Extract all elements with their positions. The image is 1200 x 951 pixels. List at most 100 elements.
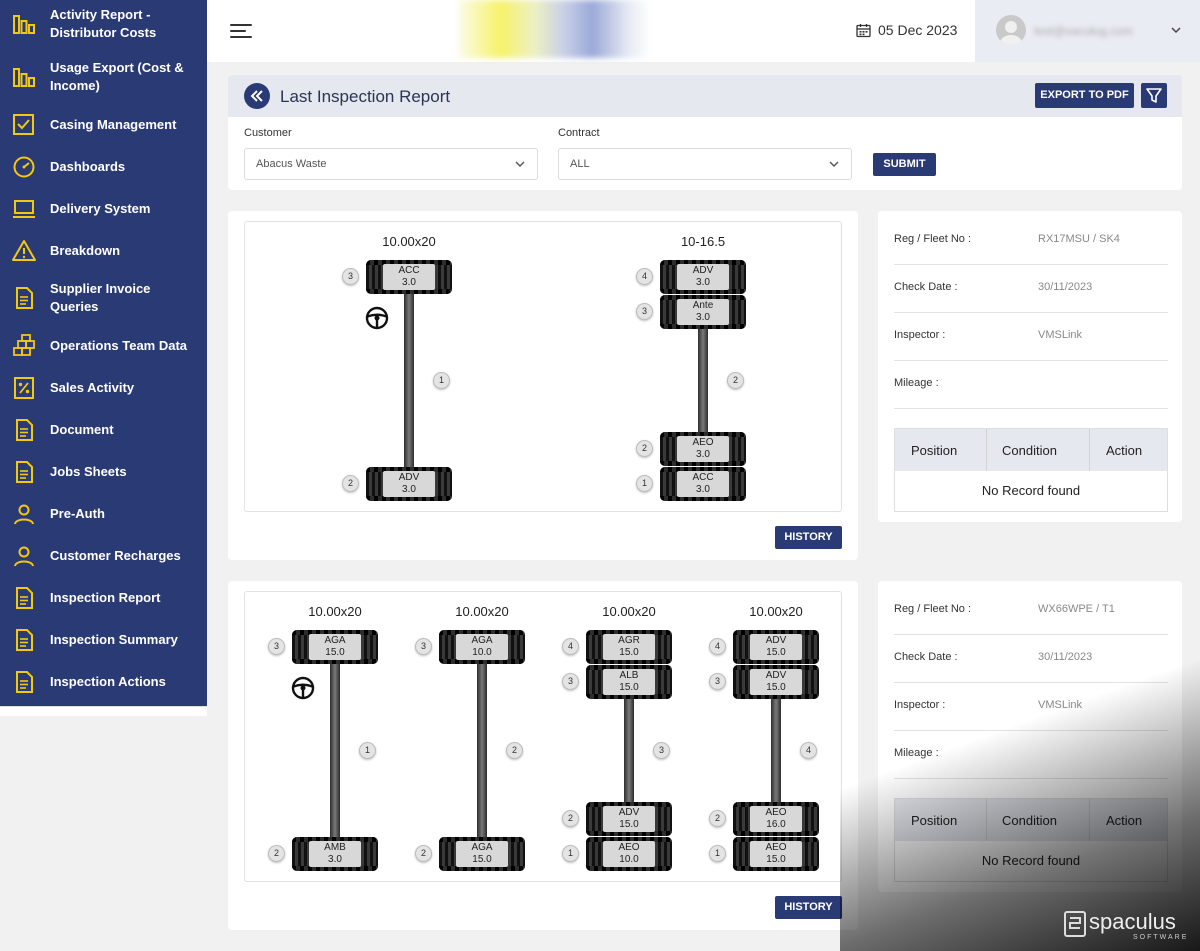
sidebar-item[interactable]: Breakdown [0, 233, 207, 269]
axle-shaft [698, 329, 708, 432]
tyre[interactable]: Ante 3.0 [660, 295, 746, 329]
sidebar-item[interactable]: Inspection Summary [0, 622, 207, 658]
tread-depth: 10.0 [619, 854, 639, 865]
customer-select[interactable]: Abacus Waste [244, 148, 538, 180]
tyre-code: AGR [618, 635, 640, 646]
tyre[interactable]: AGA 15.0 [439, 837, 525, 871]
tyre-code: AEO [765, 842, 787, 853]
company-logo[interactable] [458, 0, 650, 58]
tyre[interactable]: AGA 10.0 [439, 630, 525, 664]
sidebar-item-label: Sales Activity [50, 380, 135, 395]
document-icon [16, 419, 33, 441]
current-date: 05 Dec 2023 [878, 22, 958, 38]
tyre[interactable]: ACC 3.0 [366, 260, 452, 294]
tread-depth: 3.0 [402, 277, 416, 288]
sidebar-item[interactable]: Usage Export (Cost & Income) [0, 59, 207, 95]
tyre[interactable]: AGR 15.0 [586, 630, 672, 664]
sidebar-item[interactable]: Pre-Auth [0, 496, 207, 532]
tyre-reading: AGA 10.0 [456, 634, 508, 660]
inspector-value: VMSLink [1038, 329, 1083, 341]
tyre-reading: ADV 15.0 [750, 634, 802, 660]
sidebar-item[interactable]: Inspection Report [0, 580, 207, 616]
sidebar-item[interactable]: Supplier Invoice Queries [0, 280, 207, 316]
tyre-code: AEO [692, 437, 714, 448]
tyre-position-badge: 2 [268, 845, 285, 862]
back-button[interactable] [244, 83, 270, 109]
tyre[interactable]: ADV 3.0 [366, 467, 452, 501]
warning-icon [12, 240, 36, 261]
tyre[interactable]: AEO 10.0 [586, 837, 672, 871]
tyre[interactable]: AGA 15.0 [292, 630, 378, 664]
sidebar-item[interactable]: Dashboards [0, 149, 207, 185]
chevron-down-icon [829, 161, 839, 167]
reg-value: WX66WPE / T1 [1038, 603, 1115, 615]
user-avatar[interactable] [996, 15, 1026, 45]
tyre-reading: AEO 10.0 [603, 841, 655, 867]
tread-depth: 15.0 [766, 682, 786, 693]
filter-button[interactable] [1141, 83, 1167, 108]
sidebar-item[interactable]: Casing Management [0, 107, 207, 143]
sidebar-item[interactable]: Delivery System [0, 191, 207, 227]
tyre[interactable]: ADV 15.0 [733, 630, 819, 664]
chevron-down-icon[interactable] [1170, 25, 1182, 35]
axle-shaft [330, 664, 340, 837]
tyre-reading: AEO 15.0 [750, 841, 802, 867]
tyre-position-badge: 3 [636, 303, 653, 320]
inspector-row: Inspector : VMSLink [894, 683, 1168, 731]
watermark-brand: spaculus [1089, 909, 1176, 934]
tyre-position-badge: 3 [342, 268, 359, 285]
axle-size-label: 10.00x20 [455, 604, 509, 619]
sidebar-item[interactable]: Sales Activity [0, 370, 207, 406]
sidebar-item[interactable]: Operations Team Data [0, 328, 207, 364]
tyre[interactable]: AEO 3.0 [660, 432, 746, 466]
actions-table: Position Condition Action No Record foun… [894, 428, 1168, 512]
tyre[interactable]: ADV 3.0 [660, 260, 746, 294]
tyre-code: AEO [618, 842, 640, 853]
user-email[interactable]: test@vaculug.com [1034, 24, 1164, 38]
tyre-position-badge: 2 [415, 845, 432, 862]
sidebar-item[interactable]: Activity Report - Distributor Costs [0, 6, 207, 42]
gauge-icon [13, 156, 35, 178]
tyre-reading: ALB 15.0 [603, 669, 655, 695]
bar-chart-icon [13, 15, 35, 34]
tyre-code: ACC [398, 265, 420, 276]
history-button[interactable]: HISTORY [775, 896, 842, 919]
tyre-position-badge: 1 [709, 845, 726, 862]
sidebar-item[interactable]: Jobs Sheets [0, 454, 207, 490]
tyre[interactable]: AMB 3.0 [292, 837, 378, 871]
export-pdf-button[interactable]: EXPORT TO PDF [1035, 83, 1134, 108]
tyre-reading: ADV 3.0 [677, 264, 729, 290]
contract-select[interactable]: ALL [558, 148, 852, 180]
mileage-row: Mileage : [894, 361, 1168, 409]
axle-number-badge: 3 [653, 741, 670, 759]
tyre-code: ADV [765, 670, 787, 681]
tyre-position-badge: 3 [415, 638, 432, 655]
tyre[interactable]: ADV 15.0 [586, 802, 672, 836]
sidebar-item[interactable]: Customer Recharges [0, 538, 207, 574]
sidebar-item[interactable]: Inspection Actions [0, 664, 207, 700]
date-display: 05 Dec 2023 [856, 22, 957, 38]
contract-label: Contract [558, 127, 600, 139]
submit-button[interactable]: SUBMIT [873, 153, 936, 176]
axle-shaft [477, 664, 487, 837]
menu-toggle-icon[interactable] [230, 20, 254, 42]
inspection-info-card: Reg / Fleet No : WX66WPE / T1 Check Date… [878, 581, 1182, 892]
sidebar-item-label: Casing Management [50, 117, 177, 132]
history-button[interactable]: HISTORY [775, 526, 842, 549]
inspector-label: Inspector : [894, 329, 946, 341]
tyre[interactable]: AEO 16.0 [733, 802, 819, 836]
tyre-code: AMB [324, 842, 346, 853]
column-header-action: Action [1106, 813, 1143, 828]
tyre[interactable]: AEO 15.0 [733, 837, 819, 871]
tread-depth: 10.0 [472, 647, 492, 658]
sidebar-item-label: Document [50, 422, 114, 437]
watermark-tagline: SOFTWARE [1133, 934, 1188, 941]
reg-label: Reg / Fleet No : [894, 233, 972, 245]
tyre[interactable]: ADV 15.0 [733, 665, 819, 699]
tyre[interactable]: ACC 3.0 [660, 467, 746, 501]
sidebar-item-label: Operations Team Data [50, 338, 188, 353]
tyre[interactable]: ALB 15.0 [586, 665, 672, 699]
document-icon [16, 461, 33, 483]
sidebar-item[interactable]: Document [0, 412, 207, 448]
tyre-reading: AGA 15.0 [309, 634, 361, 660]
